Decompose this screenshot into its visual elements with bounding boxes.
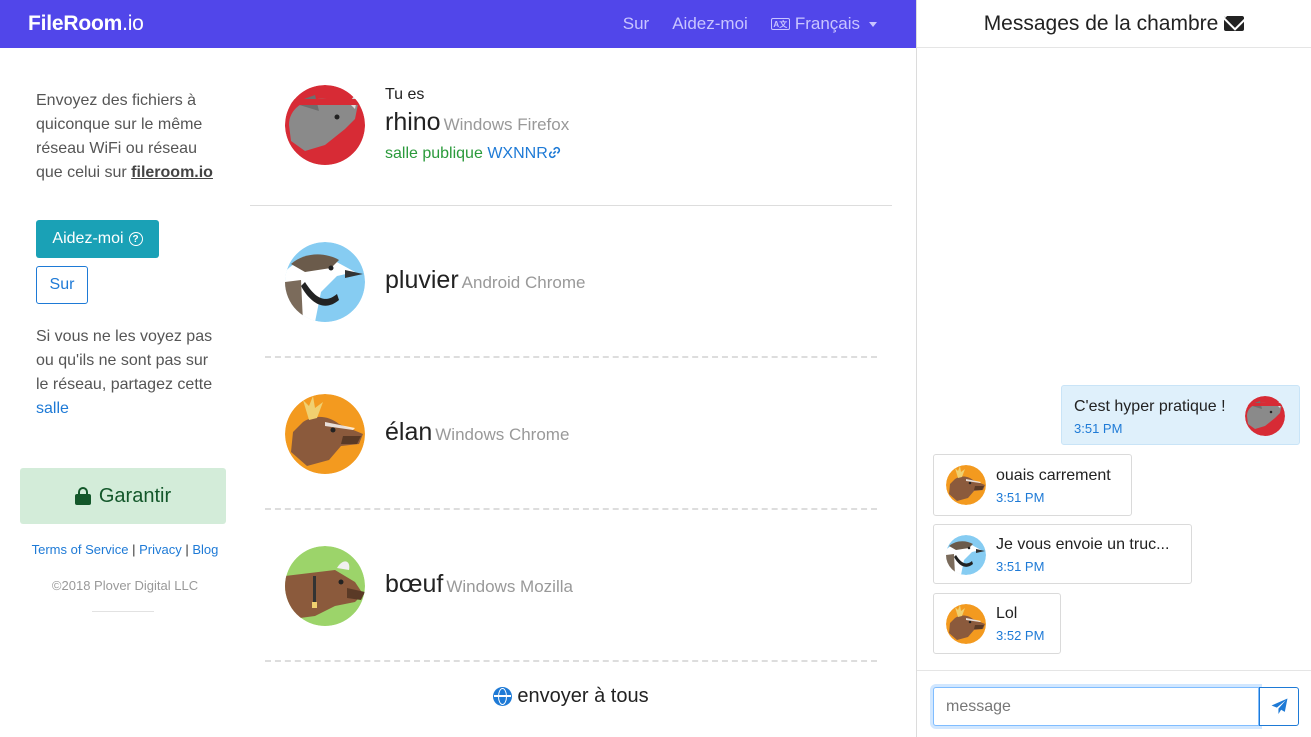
footer-separator: | [185,542,189,557]
lock-icon [74,487,91,505]
self-identity: rhino Windows Firefox [385,108,569,137]
chat-message: Je vous envoie un truc... 3:51 PM [933,524,1192,584]
link-icon [548,146,560,159]
footer-separator: | [132,542,136,557]
top-navbar: FileRoom.io Sur Aidez-moi A文 Français [0,0,916,48]
message-time: 3:52 PM [996,628,1045,643]
terms-link[interactable]: Terms of Service [32,542,129,557]
blog-link[interactable]: Blog [192,542,218,557]
about-button-label: Sur [49,276,75,293]
elk-avatar [285,394,365,474]
share-room-link[interactable]: salle [36,400,69,417]
secure-button-label: Garantir [98,484,172,507]
elk-avatar [946,465,986,505]
message-time: 3:51 PM [1074,421,1123,436]
peer-device: Android Chrome [461,273,586,292]
chat-header: Messages de la chambre [917,0,1311,48]
you-are-label: Tu es [385,86,425,103]
message-input[interactable] [933,687,1259,726]
chat-panel: Messages de la chambre C'est hyper prati… [916,0,1311,737]
brand-tld[interactable]: .io [122,12,144,35]
plover-avatar [285,242,365,322]
divider [92,611,154,612]
message-text: ouais carrement [996,467,1111,484]
room-info: salle publique WXNNR [385,145,561,163]
send-message-button[interactable] [1259,687,1299,726]
chat-message: Lol 3:52 PM [933,593,1061,654]
peer-name: élan [385,418,433,446]
peer-name: bœuf [385,570,444,598]
message-text: C'est hyper pratique ! [1074,398,1226,415]
envelope-icon [1224,16,1245,31]
help-button[interactable]: Aidez-moi ? [36,220,159,258]
language-dropdown[interactable]: A文 Français [770,14,877,34]
message-text: Lol [996,605,1018,622]
intro-link[interactable]: fileroom.io [131,164,213,181]
chat-message: C'est hyper pratique ! 3:51 PM [1061,385,1300,445]
room-code-link[interactable]: WXNNR [487,145,560,162]
chat-title: Messages de la chambre [983,11,1219,35]
nav-link-help[interactable]: Aidez-moi [672,14,748,34]
intro-text-block: Envoyez des fichiers à quiconque sur le … [36,89,216,185]
peer-row-elan[interactable]: élan Windows Chrome [265,358,877,510]
rhino-avatar [285,85,365,165]
peer-identity: pluvier Android Chrome [385,266,585,295]
ox-avatar [285,546,365,626]
peer-row-boeuf[interactable]: bœuf Windows Mozilla [265,510,877,662]
peer-device: Windows Mozilla [446,577,573,596]
paper-plane-icon [1271,698,1287,714]
hint-text-block: Si vous ne les voyez pas ou qu'ils ne so… [36,325,216,421]
message-text: Je vous envoie un truc... [996,536,1170,553]
self-card: Tu es rhino Windows Firefox salle publiqu… [250,48,892,206]
chat-composer [917,670,1311,737]
peer-name: pluvier [385,266,459,294]
copyright: ©2018 Plover Digital LLC [51,578,199,593]
privacy-link[interactable]: Privacy [139,542,182,557]
message-time: 3:51 PM [996,490,1045,505]
language-label: Français [794,14,860,33]
question-circle-icon: ? [128,232,143,246]
self-name: rhino [385,108,441,136]
message-time: 3:51 PM [996,559,1045,574]
footer-links: Terms of Service | Privacy | Blog [0,542,250,557]
chevron-down-icon [869,21,877,27]
about-button[interactable]: Sur [36,266,88,304]
secure-button[interactable]: Garantir [20,468,226,524]
nav-link-about[interactable]: Sur [623,14,649,34]
left-sidebar: Envoyez des fichiers à quiconque sur le … [0,48,250,737]
peer-identity: bœuf Windows Mozilla [385,570,573,599]
chat-message: ouais carrement 3:51 PM [933,454,1132,516]
brand-logo[interactable]: FileRoom.io [28,12,144,36]
globe-icon [493,687,513,706]
room-code: WXNNR [487,145,548,162]
room-label: salle publique [385,145,483,162]
send-to-all-button[interactable]: envoyer à tous [250,685,892,708]
elk-avatar [946,604,986,644]
peer-device: Windows Chrome [435,425,570,444]
self-device: Windows Firefox [443,115,570,134]
send-to-all-label: envoyer à tous [517,685,649,707]
hint-text: Si vous ne les voyez pas ou qu'ils ne so… [36,328,213,393]
brand-main[interactable]: FileRoom [28,12,122,35]
nav-links: Sur Aidez-moi A文 Français [623,14,888,34]
language-icon: A文 [770,18,790,30]
rhino-avatar [1245,396,1285,436]
plover-avatar [946,535,986,575]
peer-list: Tu es rhino Windows Firefox salle publiqu… [250,48,916,737]
peer-identity: élan Windows Chrome [385,418,569,447]
help-button-label: Aidez-moi [52,230,124,247]
peer-row-pluvier[interactable]: pluvier Android Chrome [265,206,877,358]
